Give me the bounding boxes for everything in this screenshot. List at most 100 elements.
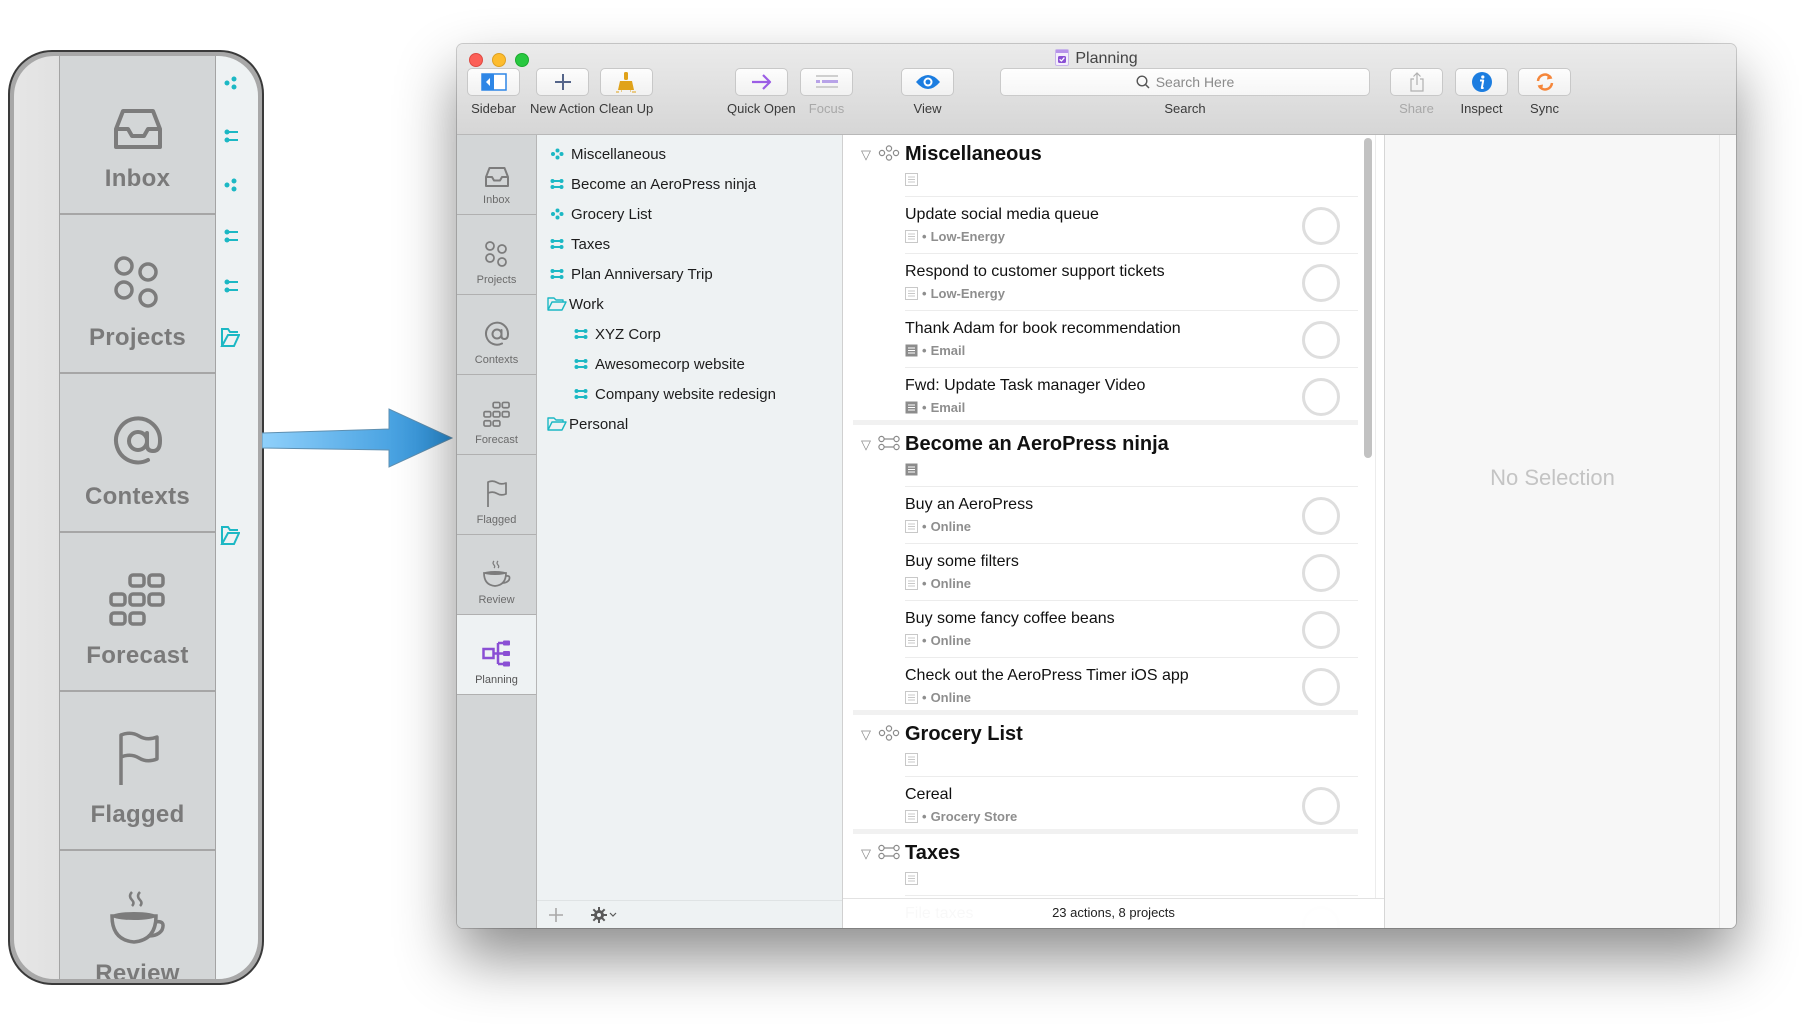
- task-row[interactable]: Buy some filters • Online: [843, 544, 1384, 601]
- sync-label: Sync: [1530, 101, 1559, 116]
- task-name[interactable]: Buy some fancy coffee beans: [905, 610, 1115, 628]
- task-name[interactable]: Thank Adam for book recommendation: [905, 320, 1181, 338]
- note-icon[interactable]: [905, 577, 918, 590]
- project-header-row[interactable]: ▽ Become an AeroPress ninja: [843, 425, 1384, 487]
- sidebar-item-flagged[interactable]: Flagged: [457, 455, 536, 535]
- project-list-item[interactable]: Become an AeroPress ninja: [537, 169, 842, 199]
- new-action-label: New Action: [530, 101, 596, 116]
- sidebar-item-projects[interactable]: Projects: [457, 215, 536, 295]
- project-list-folder[interactable]: Personal: [537, 409, 842, 439]
- note-icon[interactable]: [905, 344, 918, 357]
- view-button[interactable]: [901, 68, 954, 96]
- task-name[interactable]: Update social media queue: [905, 206, 1099, 224]
- task-row[interactable]: Check out the AeroPress Timer iOS app • On…: [843, 658, 1384, 715]
- project-list-item[interactable]: Taxes: [537, 229, 842, 259]
- note-icon[interactable]: [905, 401, 918, 414]
- task-checkbox[interactable]: [1302, 611, 1340, 649]
- share-button[interactable]: [1390, 68, 1443, 96]
- project-list-folder[interactable]: Work: [537, 289, 842, 319]
- task-context[interactable]: Low-Energy: [931, 286, 1005, 301]
- note-icon[interactable]: [905, 463, 918, 481]
- project-header-row[interactable]: ▽ Taxes: [843, 834, 1384, 896]
- task-row[interactable]: Thank Adam for book recommendation • Email: [843, 311, 1384, 368]
- sidebar-item-planning[interactable]: Planning: [457, 615, 536, 695]
- search-input[interactable]: Search Here: [1000, 68, 1370, 96]
- task-context[interactable]: Email: [931, 400, 966, 415]
- note-icon[interactable]: [905, 691, 918, 704]
- task-meta: • Online: [905, 519, 971, 534]
- task-name[interactable]: Check out the AeroPress Timer iOS app: [905, 667, 1189, 685]
- task-checkbox[interactable]: [1302, 668, 1340, 706]
- note-icon[interactable]: [905, 230, 918, 243]
- search-icon: [1136, 75, 1150, 89]
- quick-open-button[interactable]: [734, 68, 788, 96]
- sequential-project-icon: [878, 435, 900, 456]
- note-icon[interactable]: [905, 753, 918, 771]
- sidebar-toggle-button[interactable]: [467, 68, 520, 96]
- task-context[interactable]: Email: [931, 343, 966, 358]
- task-context[interactable]: Online: [931, 690, 971, 705]
- status-bar: 23 actions, 8 projects: [843, 898, 1384, 928]
- task-row[interactable]: Update social media queue • Low-Energy: [843, 197, 1384, 254]
- project-list-item[interactable]: Miscellaneous: [537, 139, 842, 169]
- task-context[interactable]: Grocery Store: [931, 809, 1018, 824]
- clean-up-label: Clean Up: [599, 101, 654, 116]
- task-context[interactable]: Low-Energy: [931, 229, 1005, 244]
- task-name[interactable]: Buy an AeroPress: [905, 496, 1033, 514]
- task-meta: • Low-Energy: [905, 286, 1005, 301]
- note-icon[interactable]: [905, 810, 918, 823]
- disclosure-triangle-icon[interactable]: ▽: [861, 147, 871, 163]
- task-name[interactable]: Fwd: Update Task manager Video: [905, 377, 1145, 395]
- project-header-row[interactable]: ▽ Grocery List: [843, 715, 1384, 777]
- note-icon[interactable]: [905, 173, 918, 191]
- note-icon[interactable]: [905, 634, 918, 647]
- task-context[interactable]: Online: [931, 576, 971, 591]
- task-row[interactable]: Respond to customer support tickets • Low-…: [843, 254, 1384, 311]
- task-name[interactable]: Cereal: [905, 786, 952, 804]
- outline-scrollbar[interactable]: [1364, 138, 1372, 458]
- task-checkbox[interactable]: [1302, 554, 1340, 592]
- project-list-item[interactable]: Grocery List: [537, 199, 842, 229]
- task-context[interactable]: Online: [931, 519, 971, 534]
- single-actions-project-icon: [224, 178, 238, 197]
- note-icon[interactable]: [905, 520, 918, 533]
- task-row[interactable]: Buy an AeroPress • Online: [843, 487, 1384, 544]
- task-checkbox[interactable]: [1302, 378, 1340, 416]
- new-action-item: New Action: [530, 68, 595, 116]
- task-row[interactable]: Buy some fancy coffee beans • Online: [843, 601, 1384, 658]
- clean-up-button[interactable]: [599, 68, 653, 96]
- sidebar-item-contexts[interactable]: Contexts: [457, 295, 536, 375]
- project-list-label: Awesomecorp website: [595, 355, 745, 373]
- note-icon[interactable]: [905, 287, 918, 300]
- task-context[interactable]: Online: [931, 633, 971, 648]
- note-icon[interactable]: [905, 872, 918, 890]
- task-checkbox[interactable]: [1302, 497, 1340, 535]
- focus-button[interactable]: [800, 68, 853, 96]
- task-name[interactable]: Buy some filters: [905, 553, 1019, 571]
- sidebar-item-review[interactable]: Review: [457, 535, 536, 615]
- project-list-item[interactable]: Company website redesign: [537, 379, 842, 409]
- new-action-button[interactable]: [536, 68, 590, 96]
- sync-button[interactable]: [1518, 68, 1571, 96]
- sequential-project-icon: [878, 844, 900, 865]
- project-list-item[interactable]: Plan Anniversary Trip: [537, 259, 842, 289]
- sidebar-item-label: Review: [478, 594, 515, 606]
- task-checkbox[interactable]: [1302, 264, 1340, 302]
- task-checkbox[interactable]: [1302, 207, 1340, 245]
- disclosure-triangle-icon[interactable]: ▽: [861, 437, 871, 453]
- task-name[interactable]: Respond to customer support tickets: [905, 263, 1165, 281]
- settings-menu-button[interactable]: [591, 906, 617, 923]
- task-checkbox[interactable]: [1302, 787, 1340, 825]
- project-list-item[interactable]: XYZ Corp: [537, 319, 842, 349]
- disclosure-triangle-icon[interactable]: ▽: [861, 846, 871, 862]
- project-list-item[interactable]: Awesomecorp website: [537, 349, 842, 379]
- inspect-button[interactable]: [1455, 68, 1508, 96]
- add-project-icon[interactable]: [549, 907, 563, 922]
- task-checkbox[interactable]: [1302, 321, 1340, 359]
- sidebar-item-inbox[interactable]: Inbox: [457, 135, 536, 215]
- task-row[interactable]: Fwd: Update Task manager Video • Email: [843, 368, 1384, 425]
- project-header-row[interactable]: ▽ Miscellaneous: [843, 135, 1384, 197]
- sidebar-item-forecast[interactable]: Forecast: [457, 375, 536, 455]
- task-row[interactable]: Cereal • Grocery Store: [843, 777, 1384, 834]
- disclosure-triangle-icon[interactable]: ▽: [861, 727, 871, 743]
